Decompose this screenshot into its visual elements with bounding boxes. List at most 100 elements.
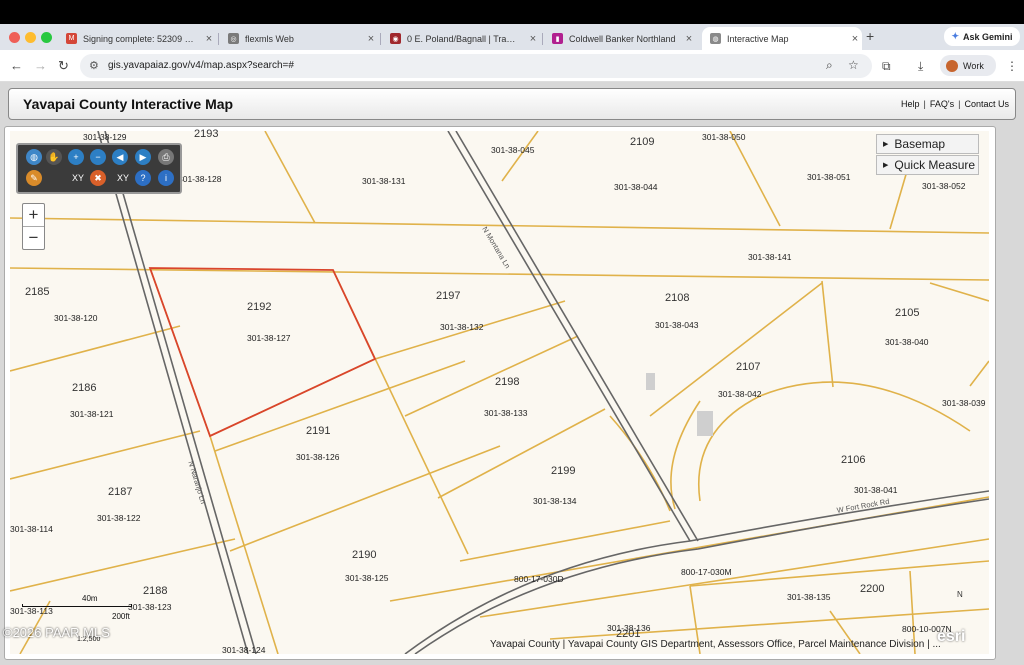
pan-hand-icon[interactable]: ✋ — [46, 149, 62, 165]
parcel-apn: 301-38-040 — [885, 337, 929, 347]
scale-line — [22, 604, 132, 607]
zoom-in-button[interactable]: + — [23, 204, 44, 227]
tab-close-icon[interactable]: × — [364, 33, 378, 45]
browser-toolbar: ← → ↻ ⚙ gis.yavapaiaz.gov/v4/map.aspx?se… — [0, 50, 1024, 82]
tab-close-icon[interactable]: × — [848, 33, 862, 45]
minimize-window-icon[interactable] — [25, 32, 36, 43]
profile-label: Work — [963, 60, 984, 71]
ask-gemini-button[interactable]: ✦ Ask Gemini — [944, 27, 1020, 46]
print-icon[interactable]: ⎙ — [158, 149, 174, 165]
next-extent-icon[interactable]: ▶ — [135, 149, 151, 165]
basemap-label: Basemap — [894, 137, 946, 151]
basemap-button[interactable]: ▶ Basemap — [876, 134, 979, 154]
parcel-apn: 301-38-133 — [484, 408, 528, 418]
gemini-sparkle-icon: ✦ — [951, 31, 959, 41]
forward-arrow-icon[interactable]: → — [34, 58, 47, 73]
tab-label: Signing complete: 52309 N N — [83, 33, 196, 44]
parcel-apn: 301-38-113 — [10, 606, 53, 616]
maximize-window-icon[interactable] — [41, 32, 52, 43]
parcel-number: 2105 — [895, 307, 920, 319]
parcel-apn: 301-38-123 — [128, 602, 172, 612]
tab-close-icon[interactable]: × — [202, 33, 216, 45]
scale-imperial: 200ft — [112, 612, 130, 621]
parcel-apn: 301-38-129 — [83, 132, 127, 142]
info-icon[interactable]: i — [158, 170, 174, 186]
tab-search-icon[interactable]: ⧉ — [882, 59, 891, 74]
browser-tab-3[interactable]: ▮ Coldwell Banker Northland × — [544, 27, 696, 50]
tab-divider — [380, 33, 381, 45]
parcel-number: 2107 — [736, 361, 761, 373]
parcel-apn: 301-38-121 — [70, 409, 114, 419]
parcel-number: 2200 — [860, 583, 885, 595]
parcel-apn: 301-38-125 — [345, 573, 389, 583]
tab-close-icon[interactable]: × — [526, 33, 540, 45]
tab-label: Interactive Map — [727, 33, 789, 44]
parcel-apn: 301-38-050 — [702, 132, 746, 142]
building-footprint — [646, 373, 655, 390]
page-title: Yavapai County Interactive Map — [23, 96, 234, 112]
browser-tab-0[interactable]: M Signing complete: 52309 N N × — [58, 27, 216, 50]
quick-measure-button[interactable]: ▶ Quick Measure — [876, 155, 979, 175]
url-text: gis.yavapaiaz.gov/v4/map.aspx?search=# — [108, 60, 294, 71]
parcel-map-svg — [10, 131, 989, 654]
profile-button[interactable]: Work — [940, 55, 996, 76]
zoom-control: + − — [22, 203, 45, 250]
parcel-apn: 301-38-045 — [491, 145, 535, 155]
north-arrow-icon: N — [957, 590, 963, 599]
parcel-apn: 301-38-127 — [247, 333, 291, 343]
globe-icon[interactable]: ◍ — [26, 149, 42, 165]
parcel-apn: 301-38-042 — [718, 389, 762, 399]
browser-tab-1[interactable]: ◎ flexmls Web × — [220, 27, 378, 50]
parcel-apn: 301-38-134 — [533, 496, 577, 506]
map-toolbar: ◍ ✋ + − ◀ ▶ ⎙ ✎ XY ✖ XY ? i — [16, 143, 182, 194]
zoom-in-tool-icon[interactable]: + — [68, 149, 84, 165]
parcel-apn: 301-38-132 — [440, 322, 484, 332]
contact-link[interactable]: Contact Us — [964, 99, 1009, 109]
xy-coordinate-icon[interactable]: XY — [67, 170, 89, 186]
browser-tab-active[interactable]: ◍ Interactive Map × — [702, 27, 862, 50]
site-settings-icon[interactable]: ⚙ — [89, 59, 99, 72]
zoom-out-tool-icon[interactable]: − — [90, 149, 106, 165]
parcel-number: 2193 — [194, 128, 219, 140]
help-question-icon[interactable]: ? — [135, 170, 151, 186]
tab-label: Coldwell Banker Northland — [569, 33, 676, 44]
link-separator: | — [923, 99, 926, 109]
map-canvas[interactable] — [10, 131, 989, 654]
parcel-number: 2188 — [143, 585, 168, 597]
eraser-icon[interactable]: ✖ — [90, 170, 106, 186]
parcel-number: 2192 — [247, 301, 272, 313]
reload-icon[interactable]: ↻ — [58, 58, 69, 74]
address-bar[interactable]: ⚙ gis.yavapaiaz.gov/v4/map.aspx?search=#… — [80, 54, 872, 78]
parcel-apn: 800-17-030D — [514, 574, 564, 584]
zoom-icon[interactable]: ⌕ — [826, 58, 833, 73]
esri-logo: esri — [937, 628, 966, 645]
scale-metric: 40m — [82, 594, 98, 603]
help-link[interactable]: Help — [901, 99, 920, 109]
parcel-number: 2198 — [495, 376, 520, 388]
coldwell-banker-icon: ▮ — [552, 33, 563, 44]
parcel-number: 2106 — [841, 454, 866, 466]
close-window-icon[interactable] — [9, 32, 20, 43]
back-arrow-icon[interactable]: ← — [10, 58, 23, 73]
parcel-number: 2197 — [436, 290, 461, 302]
zoom-out-button[interactable]: − — [23, 227, 44, 250]
faq-link[interactable]: FAQ's — [930, 99, 954, 109]
parcel-apn: 301-38-039 — [942, 398, 986, 408]
map-site-icon: ◍ — [710, 33, 721, 44]
parcel-apn: 301-38-135 — [787, 592, 831, 602]
browser-tab-2[interactable]: ◉ 0 E. Poland/Bagnall | Transact × — [382, 27, 540, 50]
bookmark-star-icon[interactable]: ☆ — [848, 58, 859, 72]
parcel-number: 2185 — [25, 286, 50, 298]
previous-extent-icon[interactable]: ◀ — [112, 149, 128, 165]
tab-close-icon[interactable]: × — [682, 33, 696, 45]
measure-ruler-icon[interactable]: ✎ — [26, 170, 42, 186]
xy-goto-icon[interactable]: XY — [112, 170, 134, 186]
building-footprint — [697, 411, 713, 436]
more-menu-icon[interactable]: ⋮ — [1006, 59, 1018, 73]
new-tab-button[interactable]: + — [866, 28, 874, 44]
transaction-icon: ◉ — [390, 33, 401, 44]
parcel-apn: 301-38-044 — [614, 182, 658, 192]
tab-label: 0 E. Poland/Bagnall | Transact — [407, 33, 520, 44]
download-icon[interactable]: ⤓ — [918, 59, 923, 74]
parcel-number: 2108 — [665, 292, 690, 304]
